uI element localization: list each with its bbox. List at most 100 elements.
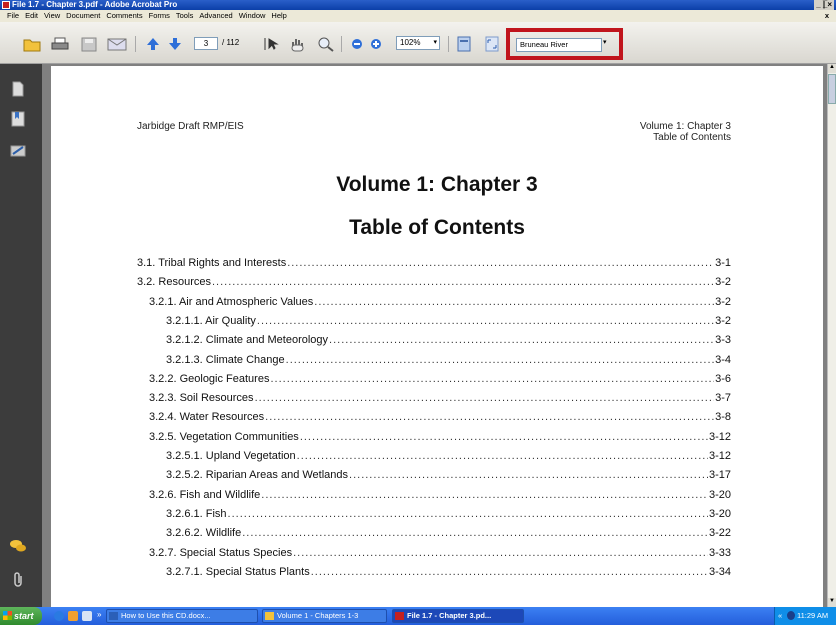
next-page-icon[interactable]	[167, 35, 183, 53]
toc-entry[interactable]: 3.2.5.2. Riparian Areas and Wetlands....…	[166, 469, 731, 488]
running-header-left: Jarbidge Draft RMP/EIS	[137, 121, 244, 132]
select-tool-icon[interactable]	[262, 35, 280, 53]
scrollbar-thumb[interactable]	[828, 74, 836, 104]
more-quicklaunch-icon[interactable]: »	[97, 610, 101, 619]
toc-entry[interactable]: 3.2.5. Vegetation Communities...........…	[149, 431, 731, 450]
search-input[interactable]: Bruneau River	[516, 38, 602, 52]
menu-bar: File Edit View Document Comments Forms T…	[0, 10, 836, 22]
page-title: Volume 1: Chapter 3	[336, 173, 538, 196]
toolbar-separator	[135, 36, 136, 52]
toc-entry[interactable]: 3.2.1. Air and Atmospheric Values.......…	[149, 296, 731, 315]
window-controls[interactable]: _ |̲̅ ×	[814, 0, 834, 10]
attachments-icon[interactable]	[9, 571, 27, 589]
window-titlebar[interactable]: File 1.7 - Chapter 3.pdf - Adobe Acrobat…	[0, 0, 836, 10]
toc-entry-page: 3-2	[715, 314, 731, 327]
print-icon[interactable]	[50, 35, 70, 53]
toc-entry-page: 3-12	[708, 450, 731, 462]
scroll-down-icon[interactable]: ▼	[828, 598, 836, 607]
toc-dot-leader: ........................................…	[314, 295, 715, 308]
start-button[interactable]: start	[0, 607, 42, 625]
show-desktop-icon[interactable]	[82, 611, 92, 621]
toc-entry[interactable]: 3.2.6.2. Wildlife.......................…	[166, 527, 731, 546]
toc-entry[interactable]: 3.2.3. Soil Resources...................…	[149, 392, 731, 411]
toc-entry[interactable]: 3.2.1.2. Climate and Meteorology........…	[166, 334, 731, 353]
task-folder[interactable]: Volume 1 - Chapters 1-3	[262, 609, 387, 623]
toc-entry-title: 3.2.1. Air and Atmospheric Values	[149, 295, 314, 308]
messenger-icon[interactable]	[68, 611, 78, 621]
toc-entry-page: 3-3	[715, 334, 731, 347]
hand-tool-icon[interactable]	[287, 35, 307, 53]
signatures-icon[interactable]	[9, 142, 27, 160]
toc-entry[interactable]: 3.2.7. Special Status Species...........…	[149, 547, 731, 566]
toc-dot-leader: ........................................…	[285, 353, 715, 366]
menu-view[interactable]: View	[41, 10, 63, 22]
menu-advanced[interactable]: Advanced	[196, 10, 235, 22]
email-icon[interactable]	[106, 35, 128, 53]
previous-page-icon[interactable]	[145, 35, 161, 53]
toc-entry[interactable]: 3.2.6.1. Fish...........................…	[166, 508, 731, 527]
menu-comments[interactable]: Comments	[103, 10, 145, 22]
zoom-level-dropdown[interactable]: 102% ▾	[396, 36, 440, 50]
menu-document[interactable]: Document	[63, 10, 103, 22]
menu-file[interactable]: File	[4, 10, 22, 22]
toc-entry-title: 3.2.5. Vegetation Communities	[149, 430, 299, 443]
toc-entry[interactable]: 3.2. Resources..........................…	[137, 276, 731, 295]
open-folder-icon[interactable]	[22, 35, 42, 53]
zoom-out-icon[interactable]	[350, 35, 364, 53]
close-document-button[interactable]: x	[822, 10, 832, 22]
toc-entry-title: 3.2.7.1. Special Status Plants	[166, 565, 310, 578]
tray-expand-icon[interactable]: «	[778, 607, 782, 625]
toc-entry[interactable]: 3.2.4. Water Resources..................…	[149, 411, 731, 430]
scroll-up-icon[interactable]: ▲	[828, 64, 836, 73]
menu-edit[interactable]: Edit	[22, 10, 41, 22]
toc-entry[interactable]: 3.2.1.1. Air Quality....................…	[166, 315, 731, 334]
toc-entry-title: 3.2.6.2. Wildlife	[166, 527, 242, 540]
running-header-right: Volume 1: Chapter 3 Table of Contents	[640, 121, 731, 143]
bookmarks-icon[interactable]	[9, 110, 27, 128]
toc-entry-title: 3.2.2. Geologic Features	[149, 372, 270, 385]
task-word-document[interactable]: How to Use this CD.docx...	[106, 609, 258, 623]
toc-dot-leader: ........................................…	[242, 527, 708, 540]
fit-width-icon[interactable]	[456, 35, 472, 53]
start-label: start	[14, 611, 34, 621]
toc-dot-leader: ........................................…	[261, 488, 708, 501]
toc-entry[interactable]: 3.2.5.1. Upland Vegetation..............…	[166, 450, 731, 469]
menu-forms[interactable]: Forms	[146, 10, 173, 22]
menu-window[interactable]: Window	[236, 10, 269, 22]
menu-tools[interactable]: Tools	[173, 10, 197, 22]
toc-entry-title: 3.2.6. Fish and Wildlife	[149, 488, 261, 501]
toc-entry[interactable]: 3.2.2. Geologic Features................…	[149, 373, 731, 392]
save-icon[interactable]	[79, 35, 99, 53]
network-icon[interactable]	[787, 611, 795, 620]
task-acrobat[interactable]: File 1.7 - Chapter 3.pd...	[392, 609, 524, 623]
clock: 11:29 AM	[797, 611, 829, 620]
toc-entry[interactable]: 3.1. Tribal Rights and Interests........…	[137, 257, 731, 276]
zoom-tool-icon[interactable]	[316, 35, 336, 53]
toc-entry[interactable]: 3.2.6. Fish and Wildlife................…	[149, 489, 731, 508]
page-total: / 112	[222, 38, 240, 47]
page-number-input[interactable]: 3	[194, 37, 218, 50]
toc-entry[interactable]: 3.2.7.1. Special Status Plants..........…	[166, 566, 731, 585]
vertical-scrollbar[interactable]: ▲ ▼	[827, 64, 836, 607]
running-header-right-line2: Table of Contents	[653, 132, 731, 143]
toc-entry-page: 3-4	[715, 353, 731, 366]
toc-entry-page: 3-6	[715, 372, 731, 385]
document-area[interactable]: Jarbidge Draft RMP/EIS Volume 1: Chapter…	[42, 64, 827, 607]
toc-dot-leader: ........................................…	[310, 565, 708, 578]
windows-logo-icon	[3, 611, 12, 620]
toc-entry-page: 3-12	[708, 430, 731, 443]
toc-entry-page: 3-2	[715, 276, 731, 289]
toc-entry-page: 3-33	[708, 546, 731, 559]
internet-explorer-icon[interactable]	[54, 611, 64, 621]
toc-entry-page: 3-20	[708, 507, 731, 520]
menu-help[interactable]: Help	[268, 10, 289, 22]
toc-dot-leader: ........................................…	[256, 314, 714, 327]
toc-entry-page: 3-17	[708, 469, 731, 482]
pages-icon[interactable]	[9, 80, 27, 98]
comments-icon[interactable]	[9, 537, 27, 555]
running-header-right-line1: Volume 1: Chapter 3	[639, 121, 731, 132]
toc-entry[interactable]: 3.2.1.3. Climate Change.................…	[166, 354, 731, 373]
search-dropdown-icon[interactable]: ▾	[603, 38, 607, 46]
zoom-in-icon[interactable]	[369, 35, 383, 53]
full-screen-icon[interactable]	[484, 35, 500, 53]
